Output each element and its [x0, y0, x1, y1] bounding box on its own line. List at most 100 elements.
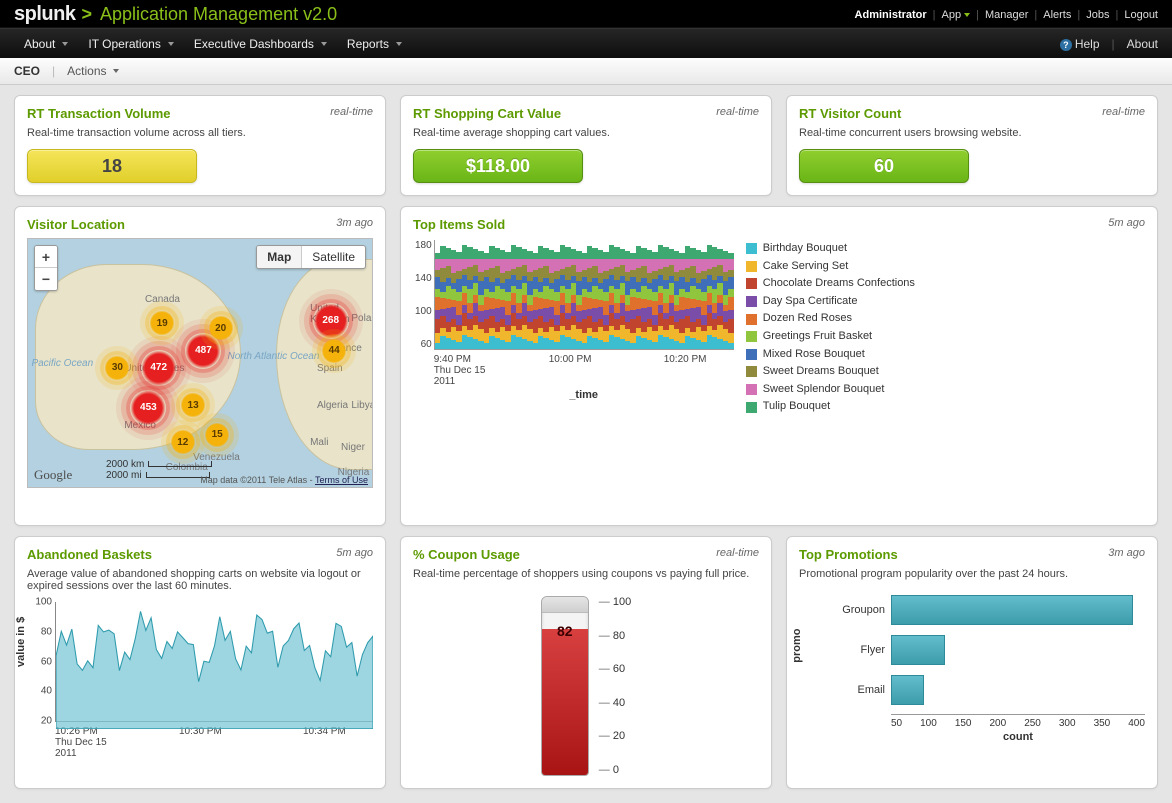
map-marker[interactable]: 20: [208, 315, 234, 341]
app-title: Application Management v2.0: [100, 4, 337, 25]
actions-menu[interactable]: Actions: [67, 64, 118, 78]
chart-plot: [434, 240, 734, 350]
legend-swatch-icon: [746, 366, 757, 377]
legend-swatch-icon: [746, 384, 757, 395]
legend-label: Birthday Bouquet: [763, 240, 847, 258]
legend-swatch-icon: [746, 349, 757, 360]
map-type-satellite-button[interactable]: Satellite: [302, 246, 365, 268]
dashboard-grid: RT Transaction Volume real-time Real-tim…: [0, 85, 1172, 799]
map-marker[interactable]: 30: [104, 355, 130, 381]
logout-link[interactable]: Logout: [1124, 9, 1158, 21]
help-link[interactable]: ?Help: [1060, 37, 1100, 51]
panel-abandoned-baskets: Abandoned Baskets 5m ago Average value o…: [14, 536, 386, 789]
panel-visitor-location: Visitor Location 3m ago Pacific Ocean No…: [14, 206, 386, 526]
metric-value: 18: [27, 149, 197, 183]
legend-label: Tulip Bouquet: [763, 398, 830, 416]
app-menu[interactable]: App: [942, 9, 971, 21]
x-axis: 10:26 PM Thu Dec 15 201110:30 PM10:34 PM: [55, 726, 373, 759]
hbar-row: Email: [825, 670, 1145, 710]
panel-title: RT Shopping Cart Value: [413, 106, 561, 121]
map-marker[interactable]: 13: [180, 392, 206, 418]
panel-title: Top Items Sold: [413, 217, 505, 232]
nav-executive-dashboards[interactable]: Executive Dashboards: [184, 37, 337, 51]
map-marker[interactable]: 453: [130, 390, 166, 426]
chevron-down-icon: [964, 13, 970, 17]
terms-of-use-link[interactable]: Terms of Use: [315, 475, 368, 485]
hbar-label: Flyer: [825, 644, 885, 656]
map-marker[interactable]: 268: [313, 303, 349, 339]
legend-label: Dozen Red Roses: [763, 310, 852, 328]
legend-label: Greetings Fruit Basket: [763, 328, 872, 346]
legend-item[interactable]: Tulip Bouquet: [746, 398, 915, 416]
map-type-map-button[interactable]: Map: [257, 246, 302, 268]
panel-title: % Coupon Usage: [413, 547, 520, 562]
panel-time: real-time: [330, 106, 373, 118]
hbar: [891, 635, 945, 665]
map-marker[interactable]: 472: [141, 350, 177, 386]
legend-swatch-icon: [746, 261, 757, 272]
y-axis: 18014010060: [413, 240, 434, 350]
gauge-fill: [542, 629, 588, 775]
panel-rt-transaction-volume: RT Transaction Volume real-time Real-tim…: [14, 95, 386, 196]
brand-logo-text: splunk: [14, 3, 75, 26]
legend-item[interactable]: Sweet Splendor Bouquet: [746, 381, 915, 399]
legend-item[interactable]: Cake Serving Set: [746, 258, 915, 276]
panel-title: RT Transaction Volume: [27, 106, 171, 121]
alerts-link[interactable]: Alerts: [1043, 9, 1071, 21]
nav-reports[interactable]: Reports: [337, 37, 412, 51]
hbar: [891, 595, 1133, 625]
zoom-in-button[interactable]: +: [35, 246, 57, 268]
manager-link[interactable]: Manager: [985, 9, 1028, 21]
brand-caret-icon: >: [81, 4, 92, 25]
nav-about[interactable]: About: [14, 37, 78, 51]
line-chart: 10080604020: [55, 602, 373, 722]
hbar-label: Groupon: [825, 604, 885, 616]
legend-item[interactable]: Day Spa Certificate: [746, 293, 915, 311]
map-marker[interactable]: 15: [204, 422, 230, 448]
nav-it-operations[interactable]: IT Operations: [78, 37, 183, 51]
legend-label: Sweet Dreams Bouquet: [763, 363, 879, 381]
jobs-link[interactable]: Jobs: [1086, 9, 1109, 21]
metric-value: $118.00: [413, 149, 583, 183]
chevron-down-icon: [113, 69, 119, 73]
legend-item[interactable]: Chocolate Dreams Confections: [746, 275, 915, 293]
brand: splunk > Application Management v2.0: [14, 3, 337, 26]
panel-coupon-usage: % Coupon Usage real-time Real-time perce…: [400, 536, 772, 789]
x-axis: 9:40 PM Thu Dec 15 201110:00 PM10:20 PM: [434, 354, 734, 387]
visitor-map[interactable]: Pacific Ocean North Atlantic Ocean Canad…: [27, 238, 373, 488]
legend-item[interactable]: Sweet Dreams Bouquet: [746, 363, 915, 381]
legend-swatch-icon: [746, 314, 757, 325]
chevron-down-icon: [62, 42, 68, 46]
panel-rt-cart-value: RT Shopping Cart Value real-time Real-ti…: [400, 95, 772, 196]
map-scale: 2000 km 2000 mi: [106, 459, 212, 481]
map-marker[interactable]: 44: [321, 338, 347, 364]
main-nav: About IT Operations Executive Dashboards…: [0, 28, 1172, 58]
zoom-out-button[interactable]: −: [35, 268, 57, 290]
x-axis-label: count: [891, 731, 1145, 743]
nav-about-right[interactable]: About: [1127, 37, 1158, 51]
legend-item[interactable]: Greetings Fruit Basket: [746, 328, 915, 346]
panel-desc: Average value of abandoned shopping cart…: [27, 568, 373, 592]
x-axis-label: _time: [434, 389, 734, 401]
legend-item[interactable]: Mixed Rose Bouquet: [746, 346, 915, 364]
topbar: splunk > Application Management v2.0 Adm…: [0, 0, 1172, 28]
hbar-chart: promo GrouponFlyerEmail 5010015020025030…: [799, 590, 1145, 743]
legend-item[interactable]: Dozen Red Roses: [746, 310, 915, 328]
gauge-chart: 82 100806040200: [413, 596, 759, 776]
map-marker[interactable]: 12: [170, 429, 196, 455]
legend-swatch-icon: [746, 402, 757, 413]
chevron-down-icon: [321, 42, 327, 46]
google-logo: Google: [34, 467, 72, 483]
panel-desc: Real-time percentage of shoppers using c…: [413, 568, 759, 580]
map-zoom-controls: + −: [34, 245, 58, 291]
map-marker[interactable]: 19: [149, 310, 175, 336]
legend-item[interactable]: Birthday Bouquet: [746, 240, 915, 258]
chevron-down-icon: [396, 42, 402, 46]
panel-title: RT Visitor Count: [799, 106, 901, 121]
map-type-toggle: Map Satellite: [256, 245, 366, 269]
legend-swatch-icon: [746, 278, 757, 289]
current-user[interactable]: Administrator: [855, 9, 927, 21]
panel-desc: Real-time concurrent users browsing webs…: [799, 127, 1145, 139]
metric-value: 60: [799, 149, 969, 183]
page-subbar: CEO | Actions: [0, 58, 1172, 85]
